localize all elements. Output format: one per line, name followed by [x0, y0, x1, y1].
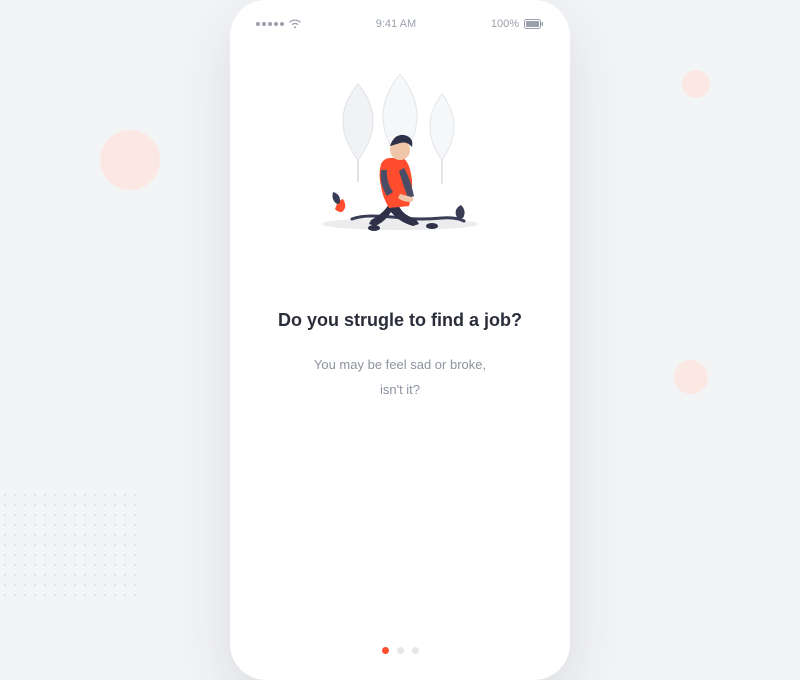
onboarding-subtext-line: isn't it?	[252, 378, 548, 403]
onboarding-illustration	[280, 74, 520, 264]
page-dot-3[interactable]	[412, 647, 419, 654]
page-dot-1[interactable]	[382, 647, 389, 654]
onboarding-subtext-line: You may be feel sad or broke,	[252, 353, 548, 378]
decor-circle	[674, 360, 708, 394]
battery-icon	[524, 19, 544, 29]
status-bar-right: 100%	[491, 18, 544, 30]
battery-label: 100%	[491, 18, 519, 30]
onboarding-headline: Do you strugle to find a job?	[252, 310, 548, 331]
signal-strength-icon	[256, 22, 284, 26]
page-dot-2[interactable]	[397, 647, 404, 654]
page-indicator[interactable]	[252, 647, 548, 654]
decor-circle	[682, 70, 710, 98]
decor-dot-pattern	[0, 490, 140, 600]
onboarding-subtext: You may be feel sad or broke, isn't it?	[252, 353, 548, 402]
status-bar-left	[256, 19, 301, 29]
status-bar: 9:41 AM 100%	[252, 16, 548, 30]
decor-circle	[100, 130, 160, 190]
phone-frame: 9:41 AM 100%	[230, 0, 570, 680]
status-bar-time: 9:41 AM	[376, 18, 416, 30]
wifi-icon	[289, 19, 301, 29]
